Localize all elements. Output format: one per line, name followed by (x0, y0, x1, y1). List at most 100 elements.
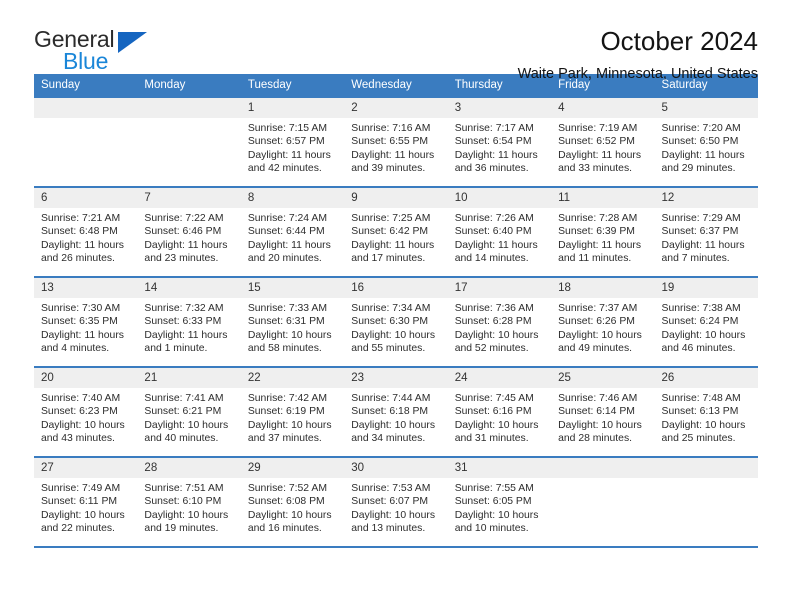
day-cell[interactable]: 13 Sunrise: 7:30 AM Sunset: 6:35 PM Dayl… (34, 277, 138, 367)
day-cell[interactable]: 3 Sunrise: 7:17 AM Sunset: 6:54 PM Dayli… (447, 98, 552, 187)
day-cell[interactable]: 2 Sunrise: 7:16 AM Sunset: 6:55 PM Dayli… (344, 98, 448, 187)
day-cell[interactable]: 30 Sunrise: 7:53 AM Sunset: 6:07 PM Dayl… (344, 457, 448, 547)
sunrise-text: Sunrise: 7:24 AM (247, 213, 327, 224)
day-cell[interactable]: 4 Sunrise: 7:19 AM Sunset: 6:52 PM Dayli… (551, 98, 655, 187)
daylight-text-line2: and 25 minutes. (661, 433, 736, 445)
sunset-text: Sunset: 6:21 PM (144, 406, 222, 418)
day-cell[interactable]: 21 Sunrise: 7:41 AM Sunset: 6:21 PM Dayl… (137, 367, 241, 457)
calendar-body: 1 Sunrise: 7:15 AM Sunset: 6:57 PM Dayli… (34, 98, 758, 547)
day-cell[interactable]: 31 Sunrise: 7:55 AM Sunset: 6:05 PM Dayl… (447, 457, 552, 547)
daylight-text-line1: Daylight: 11 hours (454, 149, 538, 161)
day-number: 25 (551, 368, 655, 388)
day-number: 30 (344, 458, 448, 478)
day-details: Sunrise: 7:15 AM Sunset: 6:57 PM Dayligh… (241, 118, 344, 176)
day-cell[interactable]: 7 Sunrise: 7:22 AM Sunset: 6:46 PM Dayli… (137, 187, 241, 277)
day-cell[interactable]: 12 Sunrise: 7:29 AM Sunset: 6:37 PM Dayl… (654, 187, 758, 277)
sunset-text: Sunset: 6:35 PM (41, 316, 118, 328)
day-cell[interactable]: 15 Sunrise: 7:33 AM Sunset: 6:31 PM Dayl… (240, 277, 345, 367)
daylight-text-line1: Daylight: 11 hours (661, 149, 745, 161)
day-details: Sunrise: 7:24 AM Sunset: 6:44 PM Dayligh… (241, 208, 344, 266)
day-cell[interactable]: 11 Sunrise: 7:28 AM Sunset: 6:39 PM Dayl… (551, 187, 655, 277)
day-cell (137, 98, 241, 187)
day-details: Sunrise: 7:40 AM Sunset: 6:23 PM Dayligh… (34, 388, 137, 446)
logo-text-blue: Blue (63, 48, 109, 74)
sunrise-text: Sunrise: 7:48 AM (661, 393, 741, 404)
day-details: Sunrise: 7:34 AM Sunset: 6:30 PM Dayligh… (344, 298, 447, 356)
day-cell[interactable]: 10 Sunrise: 7:26 AM Sunset: 6:40 PM Dayl… (447, 187, 552, 277)
day-number: 4 (551, 98, 655, 118)
day-number: 6 (34, 188, 138, 208)
day-number: 1 (240, 98, 345, 118)
day-details: Sunrise: 7:16 AM Sunset: 6:55 PM Dayligh… (344, 118, 447, 176)
day-number: 7 (137, 188, 241, 208)
day-cell[interactable]: 23 Sunrise: 7:44 AM Sunset: 6:18 PM Dayl… (344, 367, 448, 457)
day-cell[interactable]: 27 Sunrise: 7:49 AM Sunset: 6:11 PM Dayl… (34, 457, 138, 547)
day-cell[interactable]: 5 Sunrise: 7:20 AM Sunset: 6:50 PM Dayli… (654, 98, 758, 187)
day-number: 20 (34, 368, 138, 388)
day-cell[interactable]: 9 Sunrise: 7:25 AM Sunset: 6:42 PM Dayli… (344, 187, 448, 277)
daylight-text-line1: Daylight: 11 hours (247, 149, 331, 161)
daylight-text-line1: Daylight: 10 hours (351, 419, 436, 431)
sunrise-text: Sunrise: 7:36 AM (454, 303, 534, 314)
sunrise-text: Sunrise: 7:19 AM (558, 123, 638, 134)
daylight-text-line1: Daylight: 10 hours (351, 329, 436, 341)
day-details: Sunrise: 7:46 AM Sunset: 6:14 PM Dayligh… (551, 388, 654, 446)
daylight-text-line1: Daylight: 11 hours (558, 239, 642, 251)
day-number: 12 (654, 188, 758, 208)
day-number: 13 (34, 278, 138, 298)
day-details (551, 478, 654, 482)
sunrise-text: Sunrise: 7:22 AM (144, 213, 224, 224)
day-details: Sunrise: 7:28 AM Sunset: 6:39 PM Dayligh… (551, 208, 654, 266)
sunrise-text: Sunrise: 7:33 AM (247, 303, 327, 314)
day-number: 21 (137, 368, 241, 388)
sunset-text: Sunset: 6:08 PM (247, 496, 325, 508)
logo-triangle-icon (118, 32, 147, 53)
title-block: October 2024 Waite Park, Minnesota, Unit… (159, 26, 758, 83)
day-details: Sunrise: 7:30 AM Sunset: 6:35 PM Dayligh… (34, 298, 137, 356)
sunset-text: Sunset: 6:46 PM (144, 226, 222, 238)
day-cell[interactable]: 28 Sunrise: 7:51 AM Sunset: 6:10 PM Dayl… (137, 457, 241, 547)
day-number (654, 458, 758, 478)
day-details: Sunrise: 7:48 AM Sunset: 6:13 PM Dayligh… (655, 388, 758, 446)
day-cell[interactable]: 29 Sunrise: 7:52 AM Sunset: 6:08 PM Dayl… (240, 457, 345, 547)
sunset-text: Sunset: 6:37 PM (661, 226, 739, 238)
day-cell[interactable]: 8 Sunrise: 7:24 AM Sunset: 6:44 PM Dayli… (240, 187, 345, 277)
daylight-text-line1: Daylight: 10 hours (247, 509, 332, 521)
daylight-text-line1: Daylight: 10 hours (41, 509, 125, 521)
calendar-page: General Blue October 2024 Waite Park, Mi… (0, 0, 792, 612)
day-cell[interactable]: 24 Sunrise: 7:45 AM Sunset: 6:16 PM Dayl… (447, 367, 552, 457)
daylight-text-line2: and 43 minutes. (41, 433, 115, 445)
day-cell[interactable]: 19 Sunrise: 7:38 AM Sunset: 6:24 PM Dayl… (654, 277, 758, 367)
day-number: 15 (240, 278, 345, 298)
day-cell[interactable]: 16 Sunrise: 7:34 AM Sunset: 6:30 PM Dayl… (344, 277, 448, 367)
day-cell[interactable]: 14 Sunrise: 7:32 AM Sunset: 6:33 PM Dayl… (137, 277, 241, 367)
sunset-text: Sunset: 6:11 PM (41, 496, 118, 508)
weekday-header-sunday: Sunday (34, 74, 138, 98)
sunrise-text: Sunrise: 7:20 AM (661, 123, 741, 134)
day-details: Sunrise: 7:49 AM Sunset: 6:11 PM Dayligh… (34, 478, 137, 536)
sunrise-text: Sunrise: 7:25 AM (351, 213, 431, 224)
day-cell[interactable]: 17 Sunrise: 7:36 AM Sunset: 6:28 PM Dayl… (447, 277, 552, 367)
day-number (137, 98, 241, 118)
daylight-text-line2: and 29 minutes. (661, 163, 736, 175)
day-details: Sunrise: 7:29 AM Sunset: 6:37 PM Dayligh… (655, 208, 758, 266)
day-details: Sunrise: 7:41 AM Sunset: 6:21 PM Dayligh… (137, 388, 240, 446)
day-details (137, 118, 240, 122)
day-number: 5 (654, 98, 758, 118)
page-header: General Blue October 2024 Waite Park, Mi… (34, 0, 758, 82)
sunrise-text: Sunrise: 7:30 AM (41, 303, 121, 314)
day-cell[interactable]: 25 Sunrise: 7:46 AM Sunset: 6:14 PM Dayl… (551, 367, 655, 457)
day-details: Sunrise: 7:38 AM Sunset: 6:24 PM Dayligh… (655, 298, 758, 356)
day-cell[interactable]: 26 Sunrise: 7:48 AM Sunset: 6:13 PM Dayl… (654, 367, 758, 457)
day-number: 16 (344, 278, 448, 298)
day-cell[interactable]: 18 Sunrise: 7:37 AM Sunset: 6:26 PM Dayl… (551, 277, 655, 367)
sunset-text: Sunset: 6:24 PM (661, 316, 739, 328)
sunrise-text: Sunrise: 7:32 AM (144, 303, 224, 314)
day-number: 18 (551, 278, 655, 298)
day-cell[interactable]: 6 Sunrise: 7:21 AM Sunset: 6:48 PM Dayli… (34, 187, 138, 277)
day-cell[interactable]: 22 Sunrise: 7:42 AM Sunset: 6:19 PM Dayl… (240, 367, 345, 457)
daylight-text-line1: Daylight: 10 hours (351, 509, 436, 521)
day-cell[interactable]: 20 Sunrise: 7:40 AM Sunset: 6:23 PM Dayl… (34, 367, 138, 457)
sunset-text: Sunset: 6:54 PM (454, 136, 532, 148)
day-cell[interactable]: 1 Sunrise: 7:15 AM Sunset: 6:57 PM Dayli… (240, 98, 345, 187)
